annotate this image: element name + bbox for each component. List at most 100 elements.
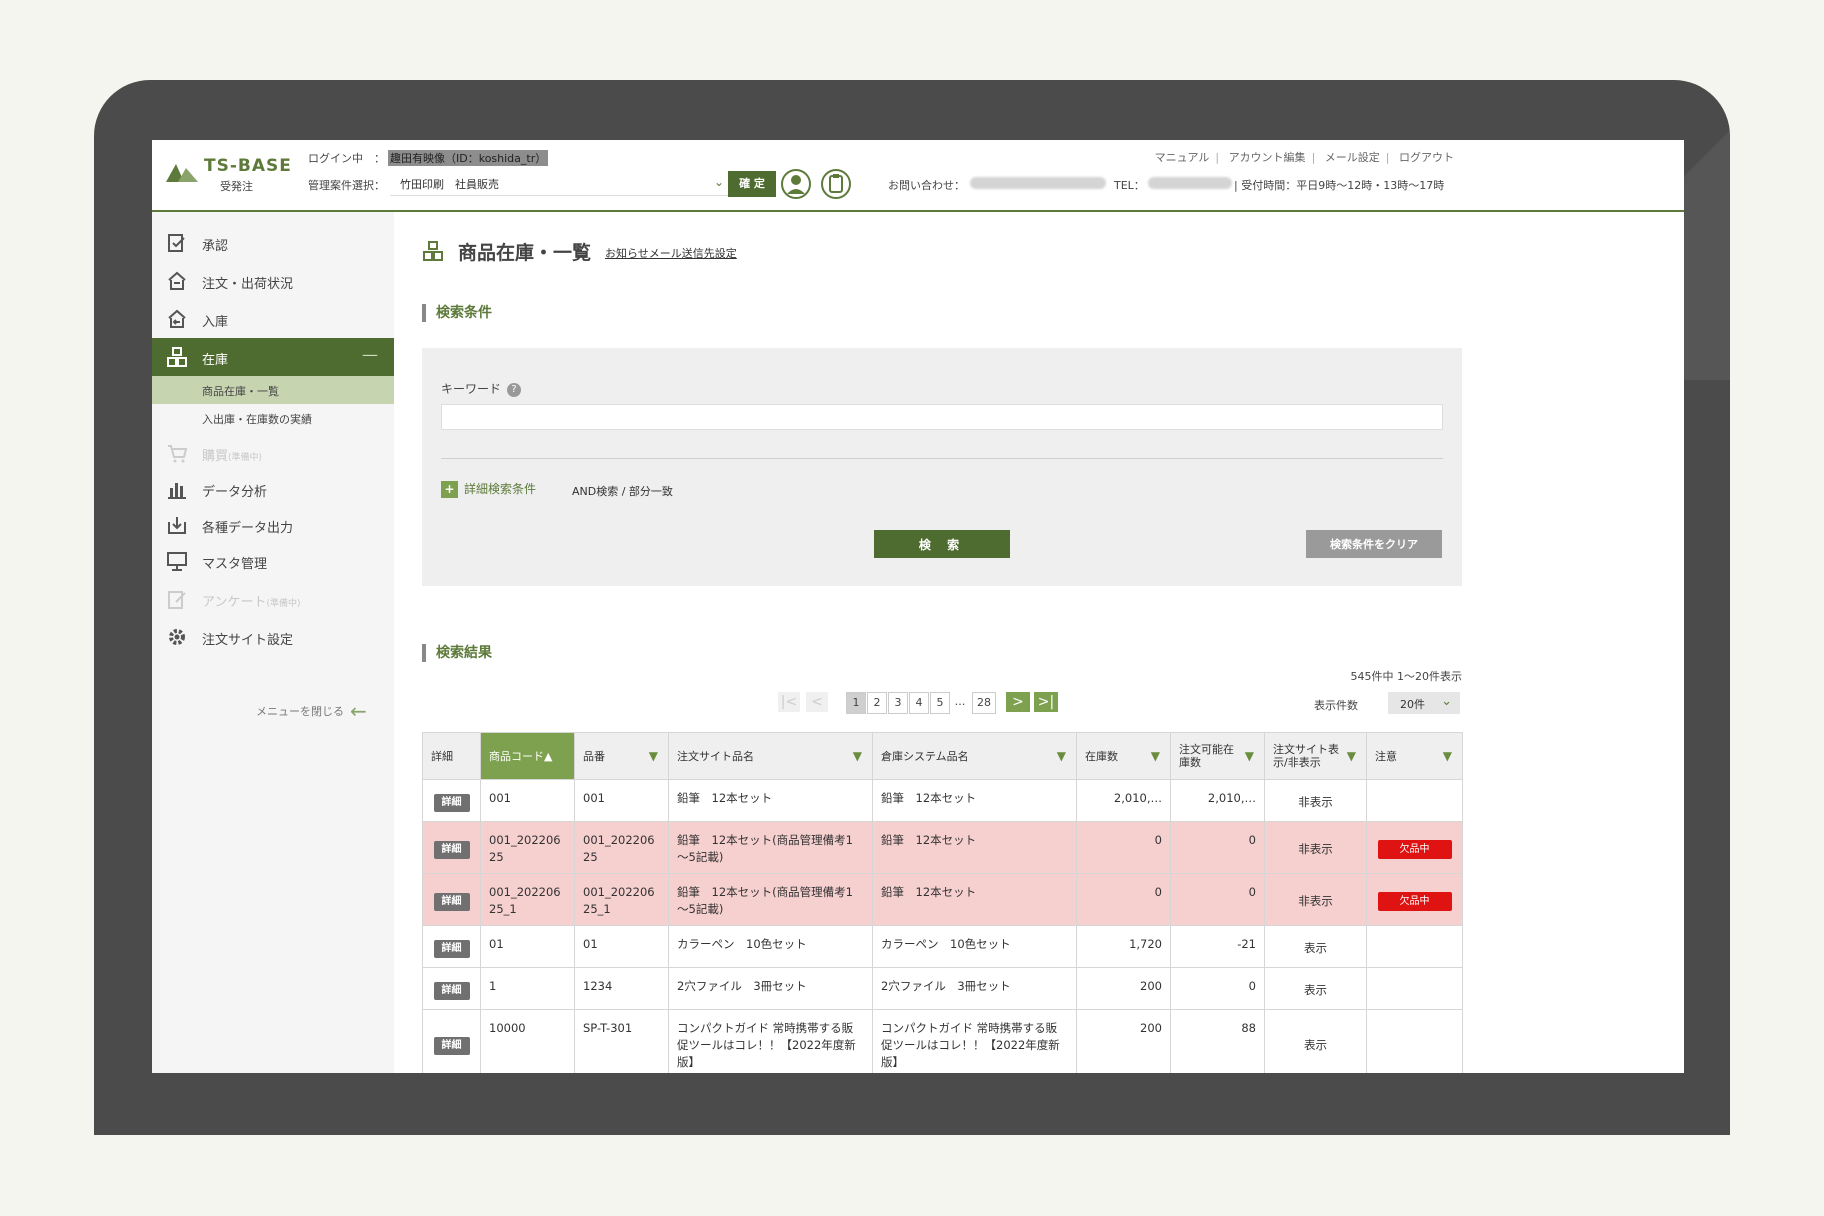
sidebar-item-approve[interactable]: 承認	[152, 224, 394, 262]
notify-mail-settings-link[interactable]: お知らせメール送信先設定	[605, 245, 737, 261]
tel-label: TEL：	[1114, 179, 1145, 192]
cell-orderable: 0	[1170, 821, 1265, 874]
per-page-select[interactable]: 20件 ⌄	[1388, 692, 1460, 714]
sidebar-item-label: 入庫	[202, 315, 229, 330]
mail-settings-link[interactable]: メール設定	[1325, 151, 1380, 164]
cell-orderable: -21	[1170, 925, 1265, 968]
cart-icon	[168, 445, 188, 463]
col-header-wh-name[interactable]: 倉庫システム品名 ▼	[872, 732, 1077, 780]
detail-button[interactable]: 詳細	[433, 982, 470, 1000]
cell-note	[1366, 1009, 1463, 1073]
prev-page-icon: <	[806, 692, 828, 712]
result-count: 545件中 1〜20件表示	[1350, 670, 1463, 683]
table-row: 詳細 10000 SP-T-301 コンパクトガイド 常時携帯する販促ツールはコ…	[422, 1009, 1463, 1073]
next-page-icon[interactable]: >	[1006, 692, 1030, 712]
per-page-value: 20件	[1400, 698, 1425, 711]
cell-site-name: 鉛筆 12本セット(商品管理備考1～5記載)	[668, 821, 873, 874]
page-button[interactable]: 2	[867, 692, 887, 714]
sidebar-item-analysis[interactable]: データ分析	[152, 470, 394, 508]
detail-button[interactable]: 詳細	[433, 893, 470, 911]
cell-wh-name: 2穴ファイル 3冊セット	[872, 967, 1077, 1010]
table-row: 詳細 001 001 鉛筆 12本セット 鉛筆 12本セット 2,010,… 2…	[422, 779, 1463, 822]
sort-down-icon: ▼	[1056, 749, 1066, 763]
page-button[interactable]: 5	[930, 692, 950, 714]
col-header-label: 在庫数	[1085, 749, 1118, 763]
last-page-icon[interactable]: >|	[1034, 692, 1058, 712]
manual-link[interactable]: マニュアル	[1155, 151, 1210, 164]
search-panel: キーワード? + 詳細検索条件 AND検索 / 部分一致 検 索 検索条件をクリア	[422, 348, 1462, 586]
page-title: 商品在庫・一覧	[458, 242, 592, 264]
page-ellipsis: …	[954, 695, 966, 708]
col-header-site-name[interactable]: 注文サイト品名 ▼	[668, 732, 873, 780]
stock-table: 詳細 商品コード▲ 品番 ▼ 注文サイト品名 ▼ 倉庫システム品名 ▼ 在庫数 ▼ 注文…	[422, 732, 1463, 1073]
support-person-icon[interactable]	[780, 168, 812, 200]
page-button[interactable]: 3	[888, 692, 908, 714]
sidebar-subitem-stock-list[interactable]: 商品在庫・一覧	[152, 376, 394, 404]
keyword-label-text: キーワード	[441, 382, 502, 396]
col-header-label: 注文サイト品名	[677, 749, 754, 763]
case-select[interactable]: 竹田印刷 社員販売 ⌄	[390, 171, 728, 196]
sidebar-item-label: 承認	[202, 239, 229, 254]
cell-orderable: 0	[1170, 873, 1265, 926]
cell-stock: 0	[1076, 873, 1171, 926]
sidebar-item-orders[interactable]: 注文・出荷状況	[152, 262, 394, 300]
sidebar-item-label: 注文・出荷状況	[202, 277, 294, 292]
contact-redacted	[970, 177, 1106, 189]
sidebar-item-export[interactable]: 各種データ出力	[152, 506, 394, 544]
top-links: マニュアル | アカウント編集 | メール設定 | ログアウト	[1154, 151, 1454, 164]
cell-orderable: 2,010,…	[1170, 779, 1265, 822]
detail-button[interactable]: 詳細	[433, 794, 470, 812]
page-button[interactable]: 4	[909, 692, 929, 714]
close-menu-button[interactable]: メニューを閉じる ←	[256, 696, 367, 723]
collapse-icon[interactable]: —	[362, 345, 378, 364]
cell-code: 10000	[480, 1009, 575, 1073]
cell-stock: 2,010,…	[1076, 779, 1171, 822]
cell-wh-name: 鉛筆 12本セット	[872, 779, 1077, 822]
help-icon[interactable]: ?	[507, 382, 522, 397]
cell-stock: 200	[1076, 1009, 1171, 1073]
sidebar-subitem-stock-history[interactable]: 入出庫・在庫数の実績	[152, 404, 394, 432]
sidebar-item-stock[interactable]: 在庫 —	[152, 338, 394, 376]
cell-code: 01	[480, 925, 575, 968]
detail-button[interactable]: 詳細	[433, 841, 470, 859]
col-header-code[interactable]: 商品コード▲	[480, 732, 575, 780]
sidebar-item-inbound[interactable]: 入庫	[152, 300, 394, 338]
login-label: ログイン中 ：	[308, 152, 385, 165]
detail-button[interactable]: 詳細	[433, 940, 470, 958]
sidebar-item-site-settings[interactable]: 注文サイト設定	[152, 618, 394, 656]
col-header-detail: 詳細	[422, 732, 481, 780]
clipboard-icon[interactable]	[820, 168, 852, 200]
confirm-button[interactable]: 確 定	[728, 171, 776, 197]
logout-link[interactable]: ログアウト	[1399, 151, 1454, 164]
col-header-note[interactable]: 注意 ▼	[1366, 732, 1463, 780]
cell-note	[1366, 967, 1463, 1010]
cell-visibility: 非表示	[1264, 779, 1367, 822]
cell-note	[1366, 779, 1463, 822]
clear-conditions-button[interactable]: 検索条件をクリア	[1306, 530, 1442, 558]
first-page-icon: |<	[778, 692, 800, 712]
case-select-value: 竹田印刷 社員販売	[400, 178, 499, 191]
sort-down-icon: ▼	[1346, 749, 1356, 763]
page-button[interactable]: 28	[972, 692, 996, 714]
detail-button[interactable]: 詳細	[433, 1037, 470, 1055]
account-edit-link[interactable]: アカウント編集	[1229, 151, 1306, 164]
cell-stock: 1,720	[1076, 925, 1171, 968]
col-header-stock[interactable]: 在庫数 ▼	[1076, 732, 1171, 780]
col-header-orderable[interactable]: 注文可能在庫数 ▼	[1170, 732, 1265, 780]
sidebar-item-master[interactable]: マスタ管理	[152, 542, 394, 580]
search-results-heading: 検索結果	[422, 644, 492, 662]
col-header-visibility[interactable]: 注文サイト表示/非表示 ▼	[1264, 732, 1367, 780]
cell-note: 欠品中	[1366, 821, 1463, 874]
search-button[interactable]: 検 索	[874, 530, 1010, 558]
advanced-search-toggle[interactable]: + 詳細検索条件	[441, 480, 536, 498]
keyword-input[interactable]	[441, 404, 1443, 430]
cell-part: SP-T-301	[574, 1009, 669, 1073]
cell-site-name: コンパクトガイド 常時携帯する販促ツールはコレ！！【2022年度新版】	[668, 1009, 873, 1073]
col-header-part[interactable]: 品番 ▼	[574, 732, 669, 780]
out-of-stock-badge: 欠品中	[1377, 892, 1452, 911]
page-button[interactable]: 1	[846, 692, 866, 714]
case-select-label: 管理案件選択：	[308, 179, 385, 192]
main-content: 商品在庫・一覧 お知らせメール送信先設定 検索条件 キーワード? + 詳細検索条件…	[394, 212, 1684, 1073]
chevron-down-icon: ⌄	[1441, 694, 1452, 709]
sort-down-icon: ▼	[1150, 749, 1160, 763]
